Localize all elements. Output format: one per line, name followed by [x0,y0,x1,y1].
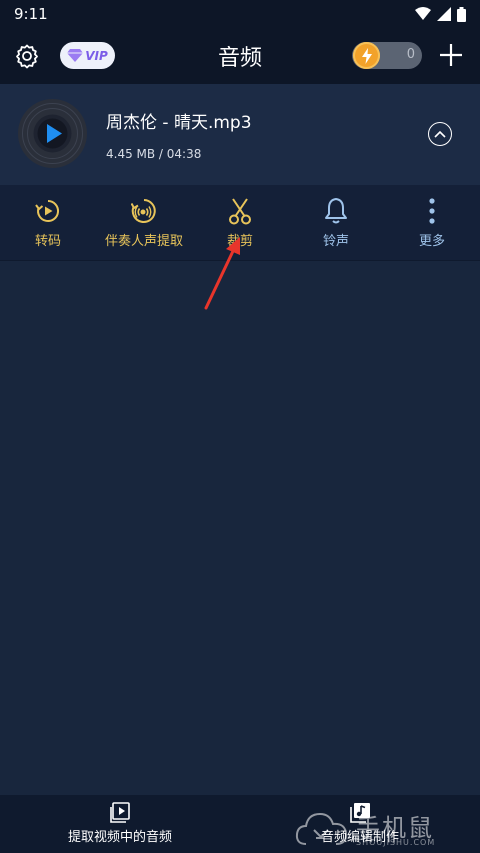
status-icons [415,6,466,22]
action-more[interactable]: 更多 [394,185,470,261]
cloud-logo-icon [295,812,348,845]
status-time: 9:11 [14,5,48,23]
transcode-icon [35,199,60,222]
action-ringtone[interactable]: 铃声 [298,185,374,261]
coin-count: 0 [406,47,415,62]
app-header: VIP 音频 0 [0,28,480,84]
signal-icon [437,7,451,21]
extract-from-video-label: 提取视频中的音频 [67,830,172,845]
file-meta: 4.45 MB / 04:38 [106,147,202,161]
annotation-arrow-icon [204,237,240,310]
action-label: 更多 [418,234,445,249]
add-icon[interactable] [438,42,464,68]
action-vocal-extract[interactable]: 伴奏人声提取 [96,185,192,261]
scissors-icon [229,198,251,225]
chevron-up-icon [434,130,446,138]
vocal-extract-icon [131,199,156,223]
coin-toggle[interactable]: 0 [352,42,422,69]
watermark-url: SHOUJISHU.COM [356,838,436,847]
coin-icon [353,42,380,69]
action-label: 伴奏人声提取 [104,234,183,249]
battery-icon [457,6,466,22]
video-extract-icon [110,802,130,823]
extract-from-video-button[interactable]: 提取视频中的音频 [40,795,200,853]
file-name: 周杰伦 - 晴天.mp3 [106,113,252,133]
status-bar: 9:11 [0,0,480,28]
action-transcode[interactable]: 转码 [10,185,86,261]
audio-file-card[interactable]: 周杰伦 - 晴天.mp3 4.45 MB / 04:38 [0,84,480,185]
action-label: 转码 [34,234,61,249]
watermark: 手机鼠 SHOUJISHU.COM [294,808,464,848]
wifi-icon [415,7,431,20]
more-icon [429,198,435,224]
collapse-button[interactable] [428,122,452,146]
action-label: 铃声 [322,234,349,249]
bell-icon [325,198,347,224]
play-disc-icon[interactable] [18,99,87,168]
